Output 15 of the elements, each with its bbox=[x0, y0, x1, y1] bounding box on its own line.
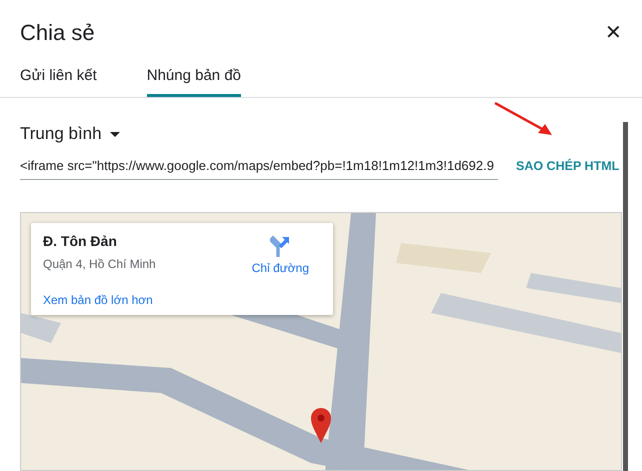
tab[interactable]: Gửi liên kết bbox=[20, 57, 97, 97]
caret-icon bbox=[110, 132, 120, 136]
embed-code-field[interactable]: <iframe src="https://www.google.com/maps/embed?pb=!1m18!1m12!1m3!1d692.9 bbox=[20, 152, 498, 180]
size-dropdown[interactable]: Trung bình bbox=[20, 124, 120, 144]
dialog-title: Chia sẻ bbox=[20, 20, 95, 46]
larger-map-link[interactable]: Xem bản đồ lớn hơn bbox=[43, 293, 156, 307]
copy-html-button[interactable]: SAO CHÉP HTML bbox=[516, 155, 620, 177]
place-address: Quận 4, Hồ Chí Minh bbox=[43, 257, 156, 271]
scrollbar[interactable] bbox=[623, 122, 628, 471]
directions-icon bbox=[270, 235, 290, 257]
tab[interactable]: Nhúng bản đồ bbox=[146, 57, 241, 97]
arrow-drawing bbox=[494, 102, 554, 136]
close-button[interactable]: ✕ bbox=[601, 18, 626, 47]
place-name: Đ. Tôn Đản bbox=[43, 233, 118, 249]
directions-button[interactable]: Chỉ đường bbox=[246, 223, 315, 276]
